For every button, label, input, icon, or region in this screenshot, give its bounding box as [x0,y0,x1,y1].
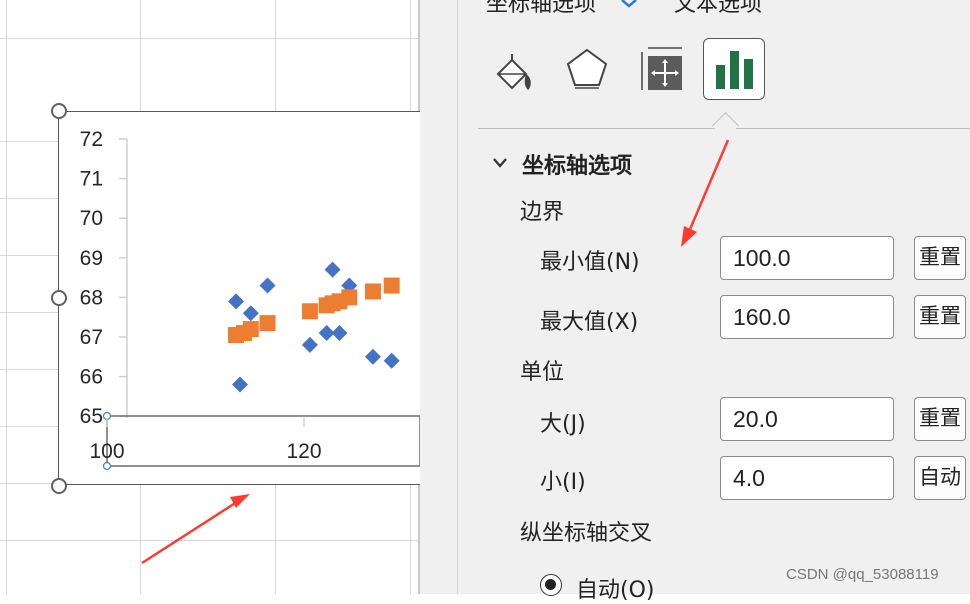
watermark: CSDN @qq_53088119 [786,566,939,583]
x-tick-label: 120 [286,440,321,463]
y-tick-label: 68 [80,286,103,309]
data-point-square[interactable] [242,321,259,338]
x-tick-label: 100 [89,440,124,463]
vertical-axis-crosses-heading: 纵坐标轴交叉 [520,521,653,546]
fill-line-icon[interactable] [484,38,546,100]
y-axis[interactable]: 72 71 70 69 68 67 66 65 [80,128,128,428]
major-reset-button[interactable]: 重置 [914,397,966,441]
tab-text-options-label: 文本选项 [674,0,763,17]
data-point-square[interactable] [301,303,318,320]
data-point-square[interactable] [364,283,381,300]
min-bound-label: 最小值(N) [540,250,640,275]
data-points[interactable] [228,261,400,393]
units-heading: 单位 [520,360,565,385]
auto-cross-radio[interactable] [540,574,562,596]
pane-divider [457,0,458,594]
major-unit-input[interactable]: 20.0 [720,397,894,441]
format-axis-pane: 坐标轴选项 文本选项 坐标轴选项 边界 最小值(N) 100.0 重置 最大值(… [420,0,970,603]
resize-handle-middle-left[interactable] [51,290,67,306]
y-tick-label: 69 [80,247,103,270]
tab-axis-options[interactable]: 坐标轴选项 [486,0,596,18]
chevron-down-icon[interactable] [620,0,638,10]
data-point-diamond[interactable] [259,277,276,294]
data-point-diamond[interactable] [383,352,400,369]
major-unit-label: 大(J) [540,412,586,437]
y-tick-label: 67 [80,326,103,349]
min-bound-input[interactable]: 100.0 [720,236,894,280]
data-point-diamond[interactable] [228,293,245,310]
x-axis-handle[interactable] [102,461,112,471]
data-point-square[interactable] [341,289,358,306]
minor-auto-button[interactable]: 自动 [914,456,966,500]
y-tick-label: 70 [80,207,103,230]
minor-unit-input[interactable]: 4.0 [720,456,894,500]
effects-icon[interactable] [556,38,618,100]
resize-handle-top-left[interactable] [51,103,67,119]
y-tick-label: 72 [80,128,103,151]
data-point-diamond[interactable] [364,348,381,365]
tab-axis-options-label: 坐标轴选项 [486,0,597,17]
max-bound-input[interactable]: 160.0 [720,295,894,339]
axis-options-icon[interactable] [703,38,765,100]
section-title-axis-options[interactable]: 坐标轴选项 [522,148,632,180]
worksheet-area[interactable]: 72 71 70 69 68 67 66 65 100 120 [0,0,420,594]
data-point-square[interactable] [259,315,276,332]
max-reset-button[interactable]: 重置 [914,295,966,339]
selected-pointer [712,112,739,139]
radio-selected-dot [545,579,556,590]
data-point-diamond[interactable] [242,305,259,322]
x-axis[interactable]: 100 120 [89,411,420,471]
y-tick-label: 66 [80,366,103,389]
size-properties-icon[interactable] [634,38,696,100]
max-bound-label: 最大值(X) [540,310,639,335]
auto-cross-label[interactable]: 自动(O) [576,572,654,604]
data-point-diamond[interactable] [301,336,318,353]
data-point-diamond[interactable] [324,261,341,278]
y-tick-label: 71 [80,168,103,191]
y-tick-label: 65 [80,405,103,428]
tab-text-options[interactable]: 文本选项 [674,0,762,18]
bounds-heading: 边界 [520,200,565,225]
data-point-diamond[interactable] [231,376,248,393]
x-axis-selection-box[interactable] [106,415,420,467]
chevron-down-icon[interactable] [492,156,508,170]
data-point-square[interactable] [383,277,400,294]
resize-handle-bottom-left[interactable] [51,478,67,494]
min-reset-button[interactable]: 重置 [914,236,966,280]
minor-unit-label: 小(I) [540,470,586,495]
data-point-diamond[interactable] [331,325,348,342]
